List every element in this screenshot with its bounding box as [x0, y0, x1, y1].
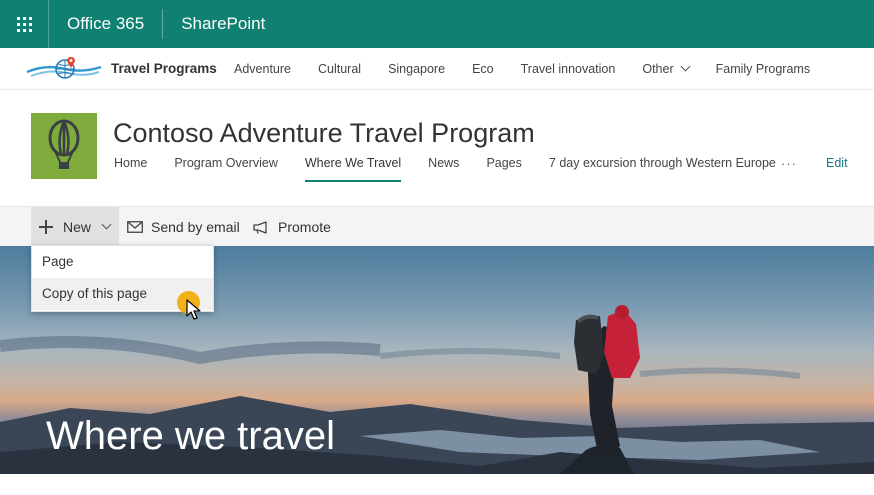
site-nav-pages[interactable]: Pages: [486, 156, 521, 182]
new-button[interactable]: New: [31, 207, 119, 247]
hub-link-other-label: Other: [642, 62, 674, 76]
send-by-email-button[interactable]: Send by email: [127, 207, 240, 247]
chevron-down-icon: [680, 61, 691, 72]
hub-link-eco[interactable]: Eco: [472, 62, 494, 76]
hub-link-cultural[interactable]: Cultural: [318, 62, 361, 76]
hub-link-singapore[interactable]: Singapore: [388, 62, 445, 76]
mouse-cursor-icon: [186, 299, 201, 320]
hero-title: Where we travel: [46, 414, 335, 458]
hub-site-title[interactable]: Travel Programs: [111, 48, 217, 90]
hub-link-adventure[interactable]: Adventure: [234, 62, 291, 76]
site-title: Contoso Adventure Travel Program: [113, 118, 535, 148]
site-logo[interactable]: [31, 113, 97, 179]
office-365-link[interactable]: Office 365: [49, 9, 162, 39]
hot-air-balloon-icon: [48, 119, 80, 169]
send-by-email-label: Send by email: [151, 219, 240, 235]
site-navigation: Home Program Overview Where We Travel Ne…: [114, 156, 803, 182]
hub-nav-links: Adventure Cultural Singapore Eco Travel …: [234, 48, 837, 90]
menu-item-page[interactable]: Page: [32, 246, 213, 278]
app-launcher-button[interactable]: [0, 0, 49, 48]
site-header: Contoso Adventure Travel Program Home Pr…: [0, 90, 874, 206]
mail-icon: [127, 221, 143, 233]
site-nav-home[interactable]: Home: [114, 156, 147, 182]
sharepoint-link[interactable]: SharePoint: [163, 9, 283, 39]
hub-link-travel-innovation[interactable]: Travel innovation: [521, 62, 616, 76]
site-nav-program-overview[interactable]: Program Overview: [174, 156, 278, 182]
promote-button[interactable]: Promote: [253, 207, 331, 247]
site-nav-where-we-travel[interactable]: Where We Travel: [304, 156, 402, 182]
hub-navigation: Travel Programs Adventure Cultural Singa…: [0, 48, 874, 90]
plus-icon: [39, 220, 53, 234]
command-bar: New Send by email Promote: [0, 206, 874, 247]
megaphone-icon: [253, 220, 267, 234]
promote-label: Promote: [278, 219, 331, 235]
more-nav-button[interactable]: ···: [781, 156, 797, 171]
new-button-label: New: [63, 219, 92, 235]
site-nav-news[interactable]: News: [428, 156, 459, 182]
suite-bar: Office 365 SharePoint: [0, 0, 874, 48]
hub-link-other[interactable]: Other: [642, 61, 691, 76]
site-nav-7-day-excursion[interactable]: 7 day excursion through Western Europe: [549, 156, 776, 182]
hub-link-family-programs[interactable]: Family Programs: [716, 62, 810, 76]
chevron-down-icon: [101, 219, 112, 229]
app-launcher-icon: [16, 16, 32, 32]
edit-nav-link[interactable]: Edit: [826, 156, 848, 170]
globe-location-icon[interactable]: [25, 55, 103, 83]
